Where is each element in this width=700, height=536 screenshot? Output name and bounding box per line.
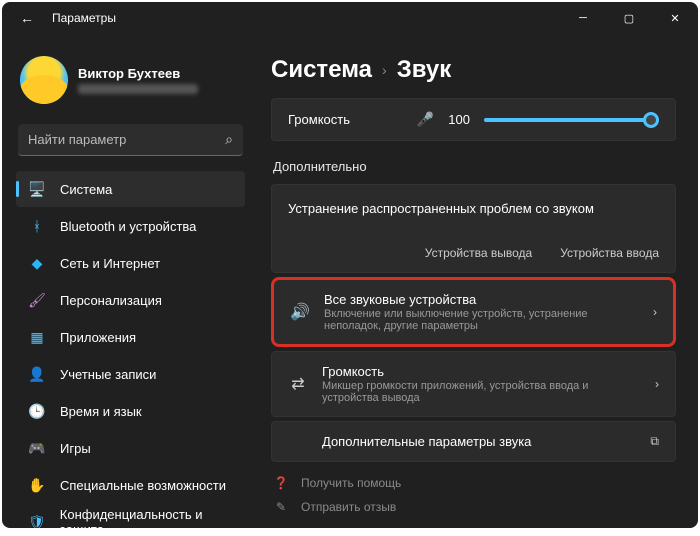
user-email-redacted	[78, 84, 198, 94]
chevron-right-icon: ›	[653, 305, 657, 319]
maximize-button[interactable]: ▢	[606, 2, 652, 34]
volume-slider[interactable]	[484, 118, 659, 122]
close-button[interactable]: ✕	[652, 2, 698, 34]
sidebar: Виктор Бухтеев ⌕ 🖥️ Система ᚼ Bluetooth и у…	[2, 34, 257, 528]
input-devices-button[interactable]: Устройства ввода	[560, 246, 659, 260]
volume-card: Громкость 🎤 100	[271, 98, 676, 141]
row-icon: ⇄	[288, 374, 308, 394]
user-profile[interactable]: Виктор Бухтеев	[10, 42, 251, 114]
sidebar-item-2[interactable]: ◆ Сеть и Интернет	[16, 245, 245, 281]
nav-icon: 👤	[28, 365, 46, 383]
window-controls: ─ ▢ ✕	[560, 2, 698, 34]
troubleshoot-card: Устранение распространенных проблем со з…	[271, 184, 676, 273]
sidebar-item-3[interactable]: 🖌 Персонализация	[16, 282, 245, 318]
nav-label: Время и язык	[60, 404, 142, 419]
nav-label: Учетные записи	[60, 367, 156, 382]
nav-icon: ▦	[28, 328, 46, 346]
sidebar-item-7[interactable]: 🎮 Игры	[16, 430, 245, 466]
footer-label: Отправить отзыв	[301, 500, 396, 514]
minimize-button[interactable]: ─	[560, 2, 606, 34]
nav-icon: 🖥️	[28, 180, 46, 198]
footer-icon: ❓	[273, 476, 289, 490]
main-content: Система › Звук Громкость 🎤 100 Дополните…	[257, 34, 698, 528]
chevron-right-icon: ⧉	[650, 434, 659, 449]
section-header-more: Дополнительно	[273, 159, 676, 174]
row-subtitle: Микшер громкости приложений, устройства …	[322, 380, 641, 404]
row-title: Все звуковые устройства	[324, 292, 639, 307]
avatar	[20, 56, 68, 104]
nav-label: Система	[60, 182, 112, 197]
nav-icon: 🕒	[28, 402, 46, 420]
sidebar-item-5[interactable]: 👤 Учетные записи	[16, 356, 245, 392]
breadcrumb: Система › Звук	[271, 56, 676, 84]
footer-link-0[interactable]: ❓ Получить помощь	[273, 476, 676, 490]
troubleshoot-title: Устранение распространенных проблем со з…	[288, 201, 659, 216]
nav-icon: ◆	[28, 254, 46, 272]
chevron-right-icon: ›	[655, 377, 659, 391]
nav-icon: ✋	[28, 476, 46, 494]
nav-icon: 🛡	[28, 513, 46, 528]
settings-row-2[interactable]: Дополнительные параметры звука ⧉	[271, 421, 676, 462]
nav-icon: 🎮	[28, 439, 46, 457]
row-title: Дополнительные параметры звука	[322, 434, 636, 449]
footer-links: ❓ Получить помощь ✎ Отправить отзыв	[271, 476, 676, 514]
nav-label: Конфиденциальность и защита	[60, 507, 233, 528]
settings-window: ← Параметры ─ ▢ ✕ Виктор Бухтеев ⌕ 🖥️ Сис…	[2, 2, 698, 528]
breadcrumb-parent[interactable]: Система	[271, 56, 372, 84]
nav-label: Персонализация	[60, 293, 162, 308]
row-subtitle: Включение или выключение устройств, устр…	[324, 308, 639, 332]
sidebar-item-8[interactable]: ✋ Специальные возможности	[16, 467, 245, 503]
nav-icon: 🖌	[28, 291, 46, 309]
nav-label: Приложения	[60, 330, 136, 345]
nav-list: 🖥️ Система ᚼ Bluetooth и устройства ◆ Сеть и …	[10, 170, 251, 528]
sidebar-item-0[interactable]: 🖥️ Система	[16, 171, 245, 207]
footer-label: Получить помощь	[301, 476, 401, 490]
volume-value: 100	[448, 112, 470, 127]
search-box[interactable]: ⌕	[18, 124, 243, 156]
footer-icon: ✎	[273, 500, 289, 514]
chevron-right-icon: ›	[382, 62, 387, 78]
back-button[interactable]: ←	[20, 10, 34, 26]
row-title: Громкость	[322, 364, 641, 379]
sidebar-item-4[interactable]: ▦ Приложения	[16, 319, 245, 355]
settings-row-1[interactable]: ⇄ ГромкостьМикшер громкости приложений, у…	[271, 351, 676, 417]
search-input[interactable]	[28, 132, 225, 147]
footer-link-1[interactable]: ✎ Отправить отзыв	[273, 500, 676, 514]
sidebar-item-9[interactable]: 🛡 Конфиденциальность и защита	[16, 504, 245, 528]
volume-label: Громкость	[288, 112, 350, 127]
window-title: Параметры	[52, 11, 116, 25]
search-icon: ⌕	[225, 131, 233, 148]
nav-label: Специальные возможности	[60, 478, 226, 493]
sidebar-item-1[interactable]: ᚼ Bluetooth и устройства	[16, 208, 245, 244]
slider-thumb[interactable]	[643, 112, 659, 128]
user-name: Виктор Бухтеев	[78, 66, 198, 81]
nav-icon: ᚼ	[28, 217, 46, 235]
nav-label: Игры	[60, 441, 91, 456]
microphone-icon[interactable]: 🎤	[417, 111, 434, 128]
output-devices-button[interactable]: Устройства вывода	[425, 246, 532, 260]
nav-label: Bluetooth и устройства	[60, 219, 196, 234]
sidebar-item-6[interactable]: 🕒 Время и язык	[16, 393, 245, 429]
settings-row-0[interactable]: 🔊 Все звуковые устройстваВключение или вы…	[271, 277, 676, 347]
breadcrumb-current: Звук	[397, 56, 452, 84]
nav-label: Сеть и Интернет	[60, 256, 160, 271]
row-icon: 🔊	[290, 302, 310, 322]
